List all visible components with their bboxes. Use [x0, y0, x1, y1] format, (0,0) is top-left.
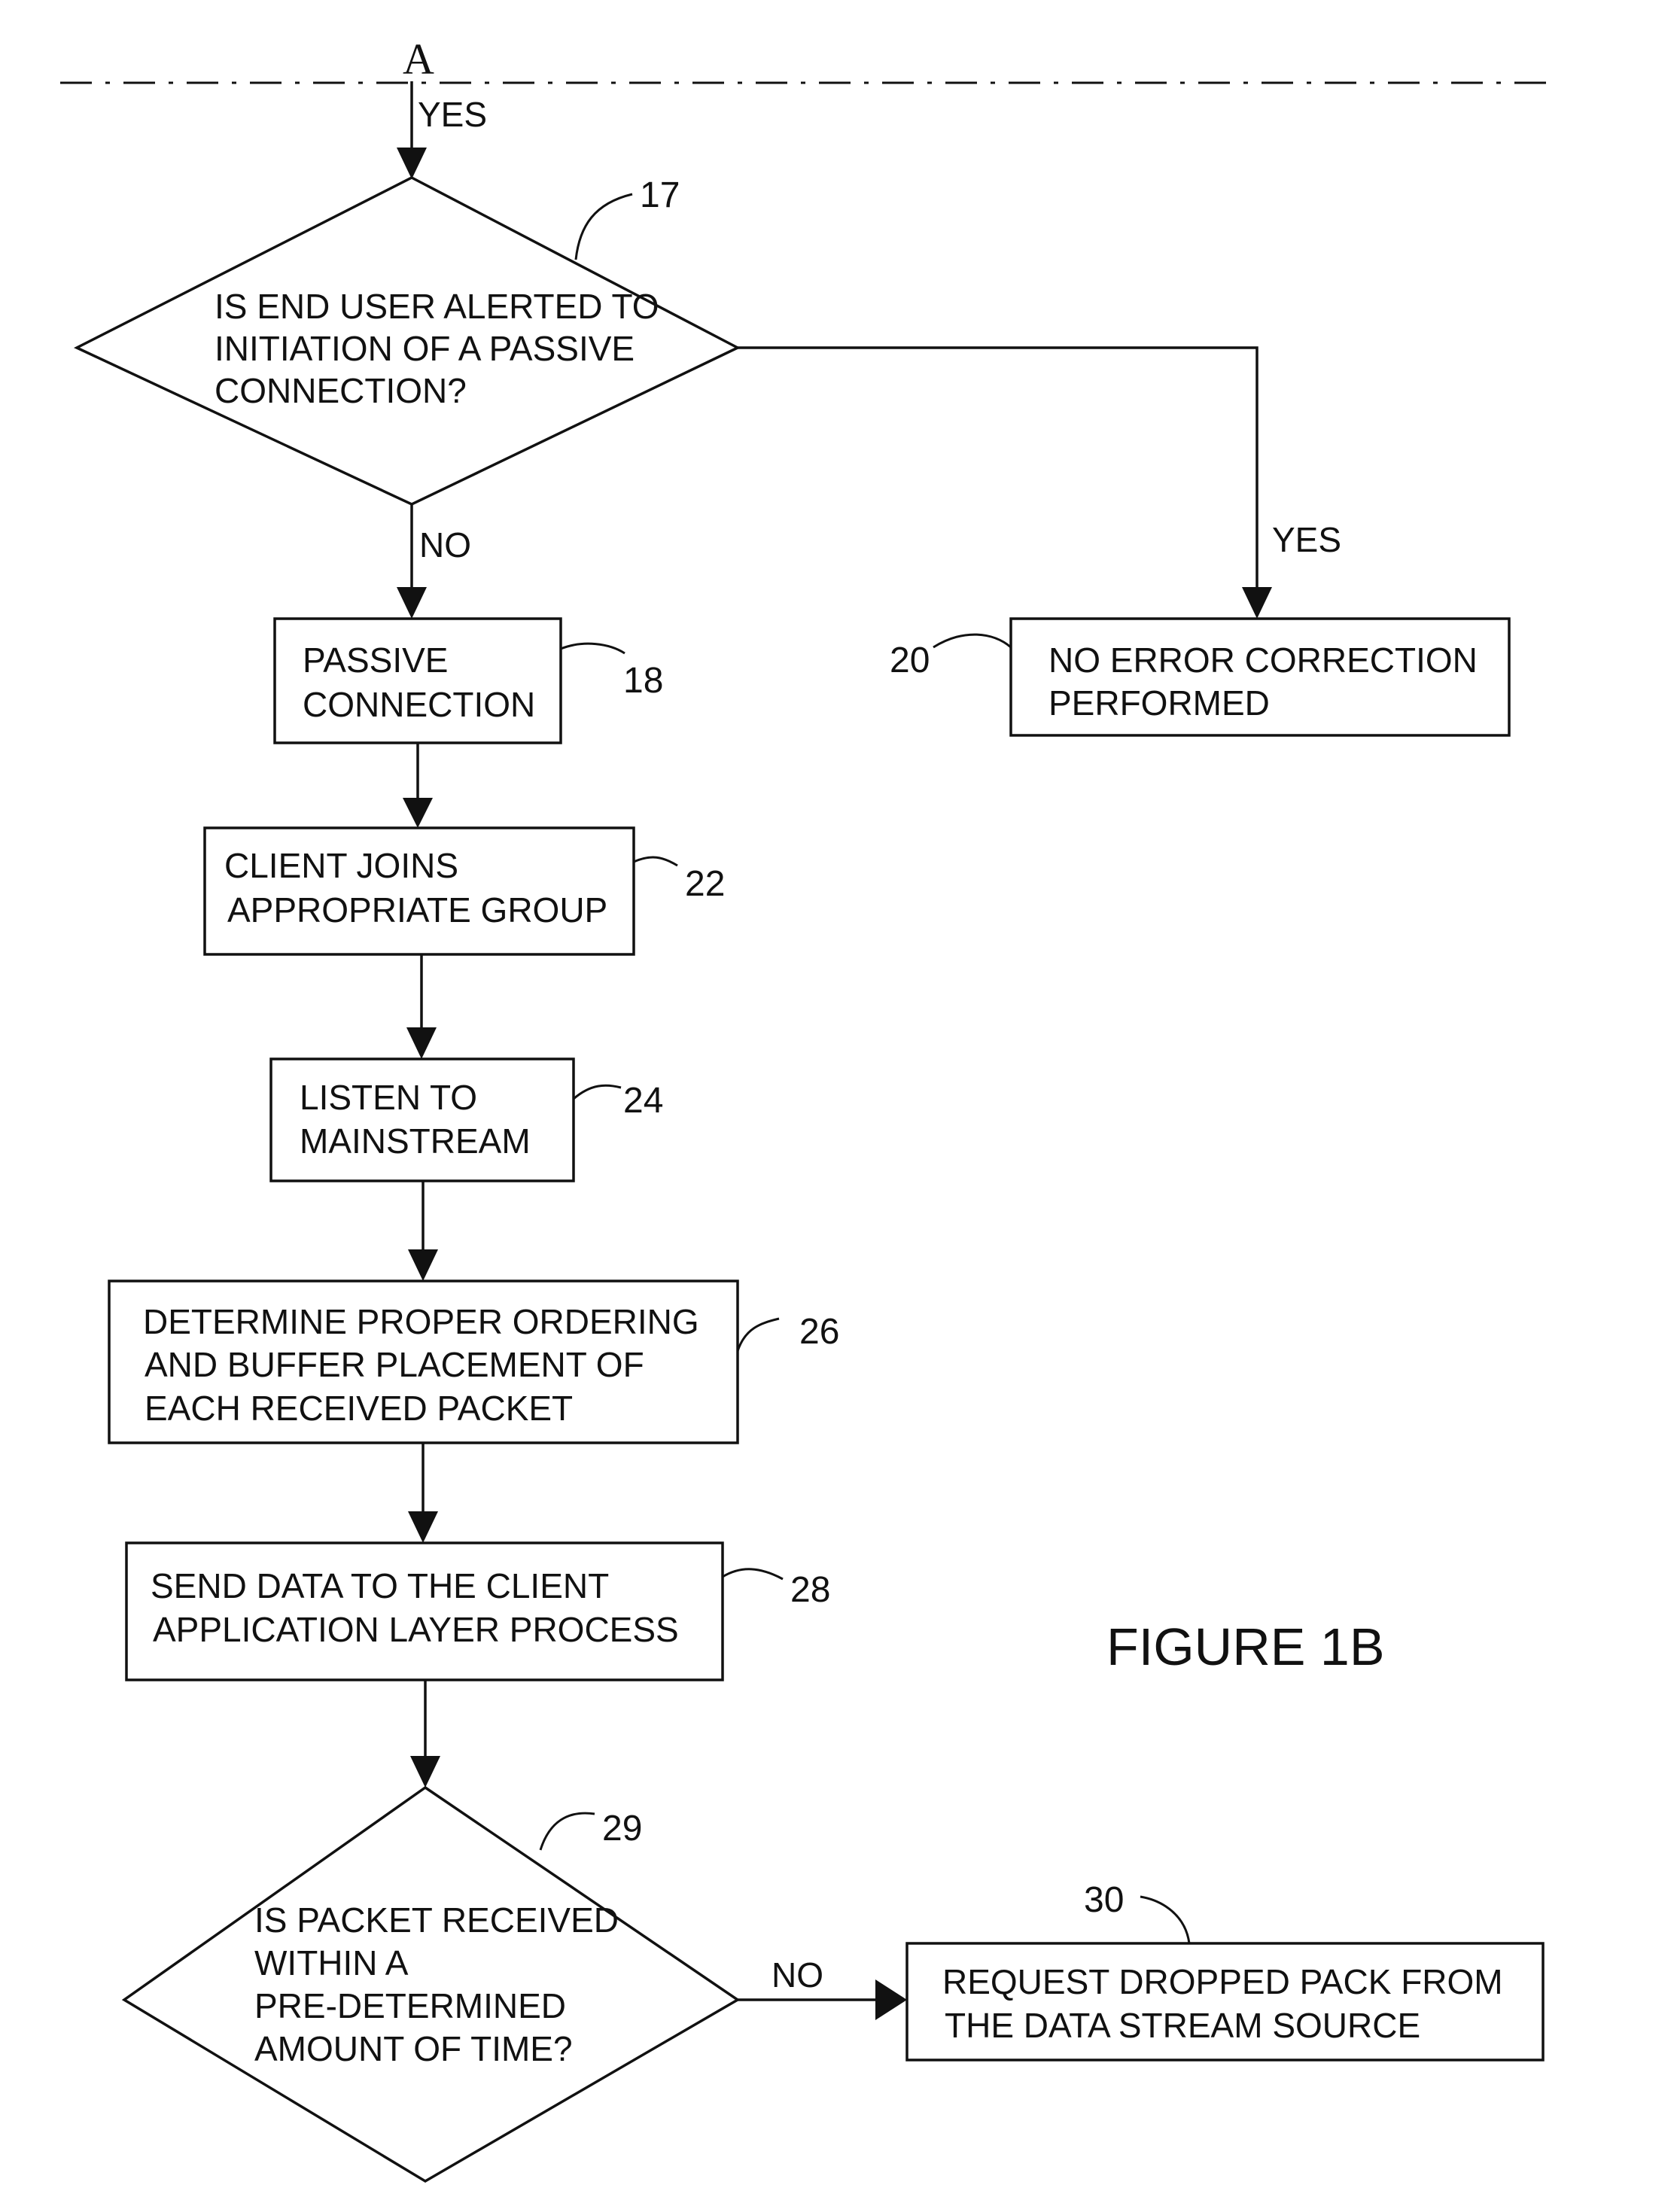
- ref-number-26: 26: [799, 1312, 839, 1352]
- ref-number-30: 30: [1084, 1880, 1124, 1920]
- decision-alert-line-3: CONNECTION?: [215, 371, 467, 410]
- arrowhead-icon: [397, 148, 427, 179]
- arrowhead-icon: [1242, 587, 1272, 619]
- determine-line-3: EACH RECEIVED PACKET: [145, 1389, 573, 1428]
- request-dropped-line-1: REQUEST DROPPED PACK FROM: [942, 1962, 1503, 2001]
- process-no-error-correction: NO ERROR CORRECTION PERFORMED: [1009, 617, 1511, 737]
- ref-leader-17: [574, 193, 633, 260]
- arrowhead-icon: [406, 1027, 437, 1059]
- ref-number-20: 20: [890, 641, 930, 680]
- arrowhead-icon: [397, 587, 427, 619]
- process-request-dropped: REQUEST DROPPED PACK FROM THE DATA STREA…: [905, 1942, 1545, 2062]
- decision-alert-line-1: IS END USER ALERTED TO: [215, 287, 659, 326]
- edge-label-no-alert: NO: [419, 525, 471, 564]
- no-error-correction-line-2: PERFORMED: [1048, 683, 1270, 723]
- send-data-line-2: APPLICATION LAYER PROCESS: [153, 1610, 679, 1649]
- listen-line-2: MAINSTREAM: [300, 1121, 531, 1161]
- connector-label: A: [403, 35, 434, 84]
- edge-label-no-packet: NO: [772, 1955, 823, 1995]
- arrowhead-icon: [875, 1979, 907, 2020]
- process-send-data: SEND DATA TO THE CLIENT APPLICATION LAYE…: [125, 1541, 724, 1681]
- ref-leader-22: [633, 856, 678, 867]
- decision-packet-line-3: PRE-DETERMINED: [254, 1986, 566, 2025]
- client-joins-line-1: CLIENT JOINS: [224, 846, 458, 885]
- passive-connection-line-1: PASSIVE: [303, 641, 448, 680]
- arrowhead-icon: [410, 1756, 440, 1788]
- ref-leader-29: [539, 1812, 595, 1851]
- ref-number-28: 28: [790, 1570, 830, 1610]
- ref-number-17: 17: [640, 175, 680, 215]
- process-determine-ordering: DETERMINE PROPER ORDERING AND BUFFER PLA…: [108, 1280, 739, 1444]
- ref-leader-18: [560, 642, 625, 655]
- ref-number-24: 24: [623, 1081, 663, 1121]
- passive-connection-line-2: CONNECTION: [303, 685, 535, 724]
- edge-label-yes-top: YES: [418, 95, 487, 134]
- request-dropped-line-2: THE DATA STREAM SOURCE: [945, 2006, 1420, 2045]
- process-listen-mainstream: LISTEN TO MAINSTREAM: [269, 1057, 575, 1182]
- arrowhead-icon: [408, 1249, 438, 1281]
- decision-packet-received: IS PACKET RECEIVED WITHIN A PRE-DETERMIN…: [121, 1785, 741, 2183]
- figure-label: FIGURE 1B: [1106, 1617, 1385, 1676]
- ref-number-29: 29: [602, 1809, 642, 1849]
- edge-label-yes-right: YES: [1272, 520, 1341, 559]
- listen-line-1: LISTEN TO: [300, 1078, 477, 1117]
- process-client-joins: CLIENT JOINS APPROPRIATE GROUP: [203, 826, 635, 956]
- arrowhead-icon: [403, 798, 433, 828]
- decision-packet-line-2: WITHIN A: [254, 1943, 409, 1982]
- determine-line-2: AND BUFFER PLACEMENT OF: [145, 1345, 644, 1384]
- send-data-line-1: SEND DATA TO THE CLIENT: [151, 1566, 609, 1605]
- client-joins-line-2: APPROPRIATE GROUP: [227, 890, 607, 930]
- flowchart-figure-1b: A YES IS END USER ALERTED TO INITIATION …: [60, 35, 1551, 2183]
- arrowhead-icon: [408, 1511, 438, 1543]
- ref-leader-30: [1140, 1895, 1191, 1944]
- ref-leader-20: [933, 633, 1012, 649]
- no-error-correction-line-1: NO ERROR CORRECTION: [1048, 641, 1478, 680]
- ref-leader-28: [722, 1568, 784, 1581]
- ref-leader-24: [573, 1084, 622, 1100]
- decision-alert-line-2: INITIATION OF A PASSIVE: [215, 329, 635, 368]
- ref-leader-26: [736, 1317, 780, 1352]
- process-passive-connection: PASSIVE CONNECTION: [273, 617, 562, 744]
- decision-packet-line-4: AMOUNT OF TIME?: [254, 2029, 573, 2068]
- ref-number-22: 22: [685, 864, 725, 904]
- decision-alert: IS END USER ALERTED TO INITIATION OF A P…: [74, 176, 741, 506]
- determine-line-1: DETERMINE PROPER ORDERING: [143, 1302, 699, 1341]
- edge-alert-yes: [738, 346, 1258, 591]
- ref-number-18: 18: [623, 661, 663, 701]
- decision-packet-line-1: IS PACKET RECEIVED: [254, 1900, 619, 1940]
